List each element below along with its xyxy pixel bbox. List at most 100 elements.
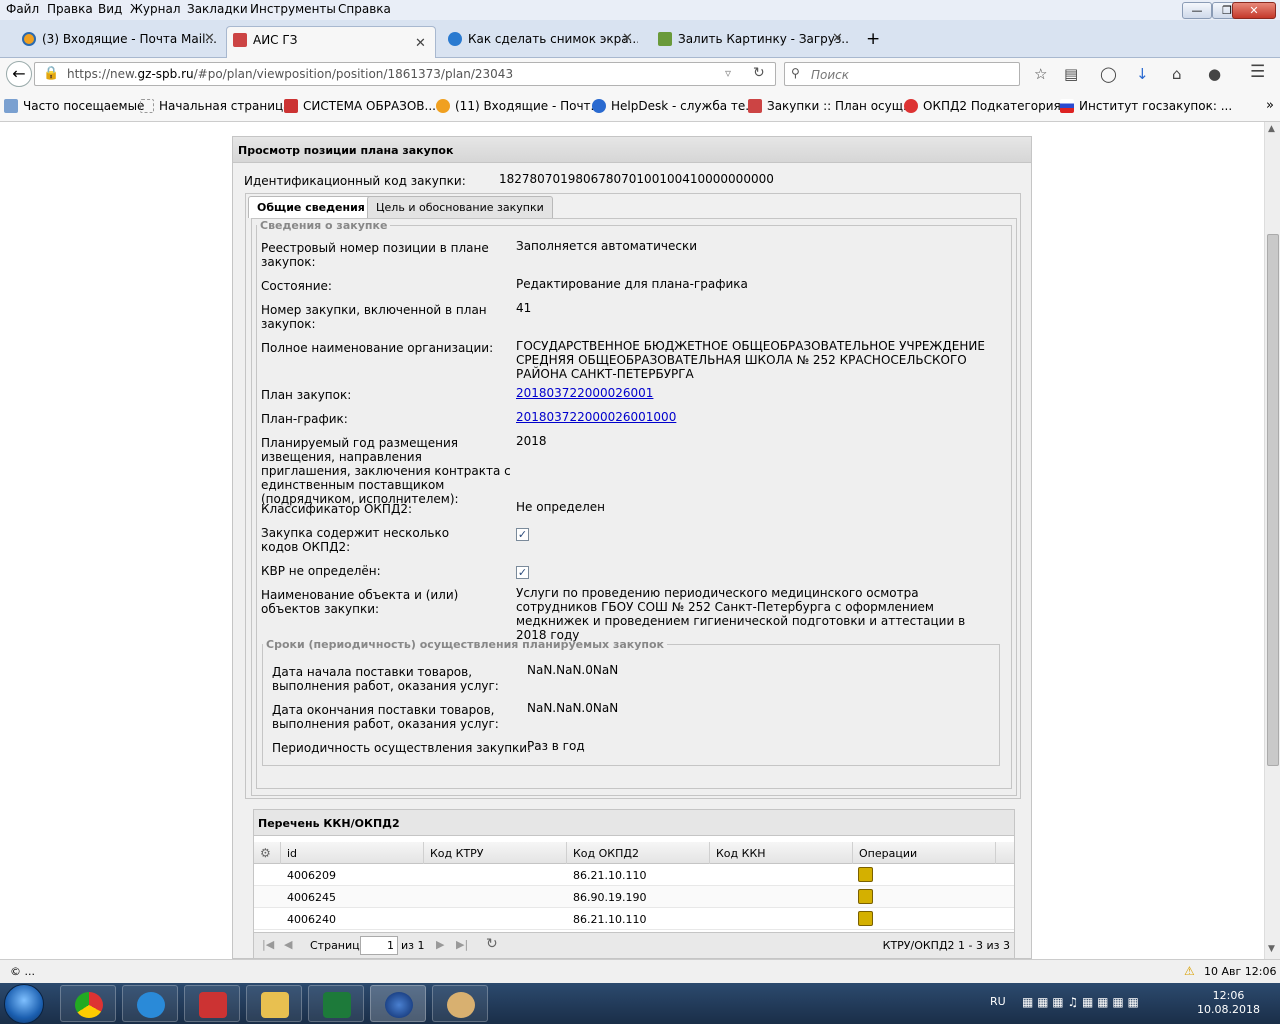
gavel-icon — [233, 33, 247, 47]
tab-screenshot-howto[interactable]: Как сделать снимок экра... ✕ — [442, 26, 638, 58]
scroll-icon[interactable] — [858, 867, 873, 882]
download-icon[interactable]: ↓ — [1136, 65, 1149, 83]
start-button[interactable] — [4, 984, 44, 1024]
clock-date: 10.08.2018 — [1197, 1003, 1260, 1016]
reload-icon[interactable]: ↻ — [753, 65, 765, 81]
menu-view[interactable]: Вид — [98, 2, 122, 16]
scroll-icon[interactable] — [858, 911, 873, 926]
bookmark-inbox[interactable]: (11) Входящие - Почт... — [436, 99, 602, 113]
bookmarks-bar: Часто посещаемые Начальная страница СИСТ… — [0, 90, 1280, 122]
tab-upload-image[interactable]: Залить Картинку - Загруз... ✕ — [652, 26, 848, 58]
question-icon — [592, 99, 606, 113]
end-date-value: NaN.NaN.0NaN — [527, 701, 619, 715]
first-page-icon[interactable]: |◀ — [262, 938, 274, 951]
taskbar: RU ▦ ▦ ▦ ♫ ▦ ▦ ▦ ▦ 12:06 10.08.2018 — [0, 983, 1280, 1024]
okpd-label: Классификатор ОКПД2: — [261, 502, 413, 516]
menu-file[interactable]: Файл — [6, 2, 39, 16]
cell-okpd2: 86.21.10.110 — [573, 869, 647, 882]
menu-icon[interactable]: ☰ — [1250, 62, 1265, 82]
column-ktru[interactable]: Код КТРУ — [430, 847, 484, 860]
column-operations: Операции — [859, 847, 918, 860]
bookmark-helpdesk[interactable]: HelpDesk - служба те... — [592, 99, 757, 113]
plan-link[interactable]: 201803722000026001 — [516, 386, 653, 400]
close-icon[interactable]: ✕ — [415, 31, 426, 57]
home-icon[interactable]: ⌂ — [1172, 65, 1182, 83]
page-number-input[interactable]: 1 — [360, 936, 398, 955]
taskbar-clock[interactable]: 12:06 10.08.2018 — [1197, 989, 1260, 1017]
warning-icon: ⚠ — [1184, 964, 1195, 978]
menu-tools[interactable]: Инструменты — [250, 2, 336, 16]
taskbar-snipping[interactable] — [184, 985, 240, 1022]
column-id[interactable]: id — [287, 847, 297, 860]
taskbar-chrome[interactable] — [60, 985, 116, 1022]
url-bar[interactable]: 🔒 https://new.gz-spb.ru/#po/plan/viewpos… — [34, 62, 776, 86]
taskbar-excel[interactable] — [308, 985, 364, 1022]
back-button[interactable]: ← — [6, 61, 32, 87]
filter-icon[interactable]: ⚙ — [260, 846, 271, 860]
tray-icons[interactable]: ▦ ▦ ▦ ♫ ▦ ▦ ▦ ▦ — [1022, 995, 1139, 1009]
cell-okpd2: 86.21.10.110 — [573, 913, 647, 926]
tab-goal-justification[interactable]: Цель и обоснование закупки — [367, 196, 553, 218]
menu-bookmarks[interactable]: Закладки — [187, 2, 248, 16]
close-icon[interactable]: ✕ — [622, 26, 633, 52]
prev-page-icon[interactable]: ◀ — [284, 938, 292, 951]
cell-id: 4006240 — [287, 913, 336, 926]
close-icon[interactable]: ✕ — [832, 26, 843, 52]
menu-edit[interactable]: Правка — [47, 2, 93, 16]
multi-codes-checkbox[interactable]: ✓ — [516, 528, 529, 541]
grid-header: ⚙ id Код КТРУ Код ОКПД2 Код ККН Операции — [254, 842, 1014, 864]
bookmark-institute[interactable]: Институт госзакупок: ... — [1060, 99, 1232, 113]
gavel-icon — [748, 99, 762, 113]
status-bar: © ... ⚠ 10 Авг 12:06 — [0, 959, 1280, 983]
taskbar-paint[interactable] — [432, 985, 488, 1022]
schedule-link[interactable]: 201803722000026001000 — [516, 410, 676, 424]
bookmark-start-page[interactable]: Начальная страница — [140, 99, 291, 113]
object-value: Услуги по проведению периодического меди… — [516, 586, 966, 642]
more-bookmarks-icon[interactable]: » — [1266, 98, 1274, 113]
tab-ais-gz[interactable]: АИС ГЗ ✕ — [226, 26, 436, 58]
scroll-icon[interactable] — [858, 889, 873, 904]
close-window-button[interactable]: ✕ — [1232, 2, 1276, 19]
menu-history[interactable]: Журнал — [130, 2, 181, 16]
chat-icon[interactable]: ● — [1208, 65, 1221, 83]
star-icon[interactable]: ☆ — [1034, 65, 1047, 83]
refresh-icon[interactable]: ↻ — [486, 936, 498, 952]
taskbar-firefox[interactable] — [370, 985, 426, 1022]
menu-help[interactable]: Справка — [338, 2, 391, 16]
taskbar-ie[interactable] — [122, 985, 178, 1022]
firefox-icon — [385, 992, 413, 1018]
taskbar-explorer[interactable] — [246, 985, 302, 1022]
column-kkn[interactable]: Код ККН — [716, 847, 766, 860]
question-icon — [448, 32, 462, 46]
search-input[interactable]: ⚲ Поиск — [784, 62, 1020, 86]
grid-title: Перечень ККН/ОКПД2 — [254, 810, 1014, 836]
dropdown-arrow-icon[interactable]: ▿ — [725, 66, 731, 80]
next-page-icon[interactable]: ▶ — [436, 938, 444, 951]
new-tab-button[interactable]: + — [866, 29, 880, 49]
emblem-icon — [284, 99, 298, 113]
table-row[interactable]: 4006209 86.21.10.110 — [254, 864, 1014, 886]
scroll-down-icon[interactable]: ▼ — [1268, 944, 1275, 954]
tab-mail[interactable]: (3) Входящие - Почта Mail... ✕ — [16, 26, 222, 58]
kvr-checkbox[interactable]: ✓ — [516, 566, 529, 579]
bookmark-procurement-plan[interactable]: Закупки :: План осущ... — [748, 99, 915, 113]
table-row[interactable]: 4006240 86.21.10.110 — [254, 908, 1014, 930]
table-row[interactable]: 4006245 86.90.19.190 — [254, 886, 1014, 908]
minimize-button[interactable]: — — [1182, 2, 1212, 19]
last-page-icon[interactable]: ▶| — [456, 938, 468, 951]
tab-general-info[interactable]: Общие сведения — [248, 196, 374, 218]
mail-icon — [22, 32, 36, 46]
pocket-icon[interactable]: ◯ — [1100, 65, 1117, 83]
close-icon[interactable]: ✕ — [204, 26, 215, 52]
scroll-thumb[interactable] — [1267, 234, 1279, 766]
column-okpd2[interactable]: Код ОКПД2 — [573, 847, 639, 860]
scroll-up-icon[interactable]: ▲ — [1268, 124, 1275, 134]
mail-icon — [436, 99, 450, 113]
vertical-scrollbar[interactable]: ▲ ▼ — [1264, 122, 1280, 959]
language-indicator[interactable]: RU — [990, 995, 1006, 1008]
okpd-icon — [904, 99, 918, 113]
bookmark-education-system[interactable]: СИСТЕМА ОБРАЗОВ... — [284, 99, 436, 113]
reading-list-icon[interactable]: ▤ — [1064, 65, 1078, 83]
bookmark-okpd2[interactable]: ОКПД2 Подкатегория... — [904, 99, 1072, 113]
bookmark-most-visited[interactable]: Часто посещаемые — [4, 99, 144, 113]
